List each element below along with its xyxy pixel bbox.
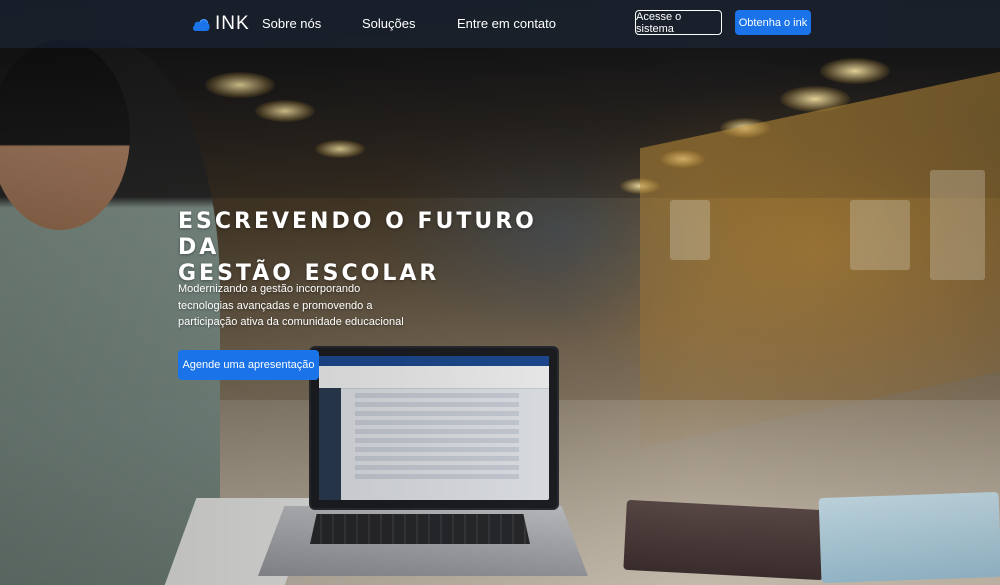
- hero-title: ESCREVENDO O FUTURO DA GESTÃO ESCOLAR: [178, 209, 578, 287]
- background-shade: [0, 0, 1000, 585]
- nav-link-contato[interactable]: Entre em contato: [457, 16, 556, 31]
- hero-title-line: ESCREVENDO O FUTURO DA: [178, 209, 537, 260]
- nav-link-sobre-nos[interactable]: Sobre nós: [262, 16, 321, 31]
- schedule-demo-button[interactable]: Agende uma apresentação: [178, 350, 319, 380]
- hero-subtitle-line: tecnologias avançadas e promovendo a: [178, 299, 373, 312]
- login-button[interactable]: Acesse o sistema: [635, 10, 722, 35]
- brand-logo[interactable]: INK: [191, 13, 250, 35]
- top-navbar: INK Sobre nós Soluções Entre em contato …: [0, 0, 1000, 48]
- hero-subtitle: Modernizando a gestão incorporando tecno…: [178, 281, 404, 331]
- landing-page: INK Sobre nós Soluções Entre em contato …: [0, 0, 1000, 585]
- ink-cloud-logo-icon: [192, 18, 210, 31]
- hero-subtitle-line: Modernizando a gestão incorporando: [178, 283, 361, 295]
- get-ink-button[interactable]: Obtenha o ink: [735, 10, 811, 35]
- logo-text: INK: [215, 13, 250, 34]
- nav-link-solucoes[interactable]: Soluções: [362, 16, 415, 31]
- hero-background-photo: [0, 0, 1000, 585]
- hero-subtitle-line: participação ativa da comunidade educaci…: [178, 316, 404, 328]
